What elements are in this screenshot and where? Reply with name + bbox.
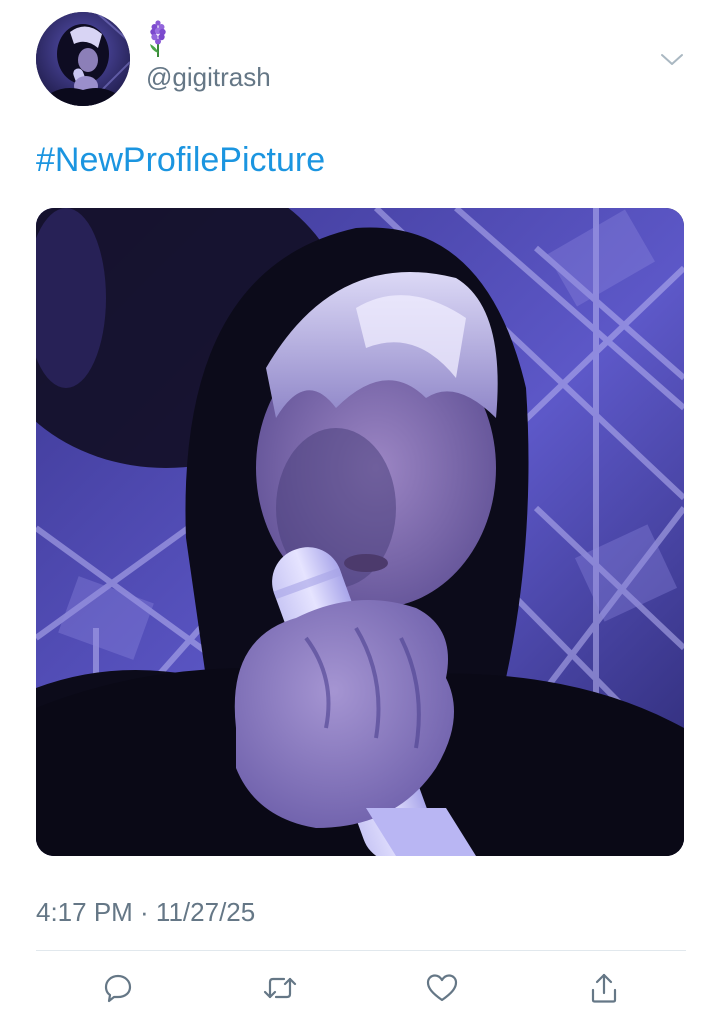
like-button[interactable] [420,966,464,1010]
avatar[interactable] [36,12,130,106]
speech-bubble-icon [104,974,132,1003]
tweet-header: @gigitrash [36,12,686,108]
avatar-image [36,12,130,106]
divider [36,950,686,951]
name-block: @gigitrash [146,20,271,92]
hashtag-link[interactable]: #NewProfilePicture [36,138,325,182]
tweet: @gigitrash #NewProfilePicture 4:17 PM · … [0,0,720,1024]
retweet-button[interactable] [258,966,302,1010]
tweet-timestamp[interactable]: 4:17 PM · 11/27/25 [36,896,255,928]
tweet-actions [36,966,686,1010]
share-button[interactable] [582,966,626,1010]
reply-button[interactable] [96,966,140,1010]
heart-icon [426,974,458,1002]
retweet-arrows-icon [263,977,297,999]
user-handle[interactable]: @gigitrash [146,62,271,92]
hyacinth-emoji-icon [150,20,166,57]
share-upload-icon [591,973,617,1003]
tweet-photo[interactable] [36,208,684,856]
photo-image [36,208,684,856]
display-name[interactable] [146,20,271,60]
chevron-down-icon[interactable] [658,46,686,74]
